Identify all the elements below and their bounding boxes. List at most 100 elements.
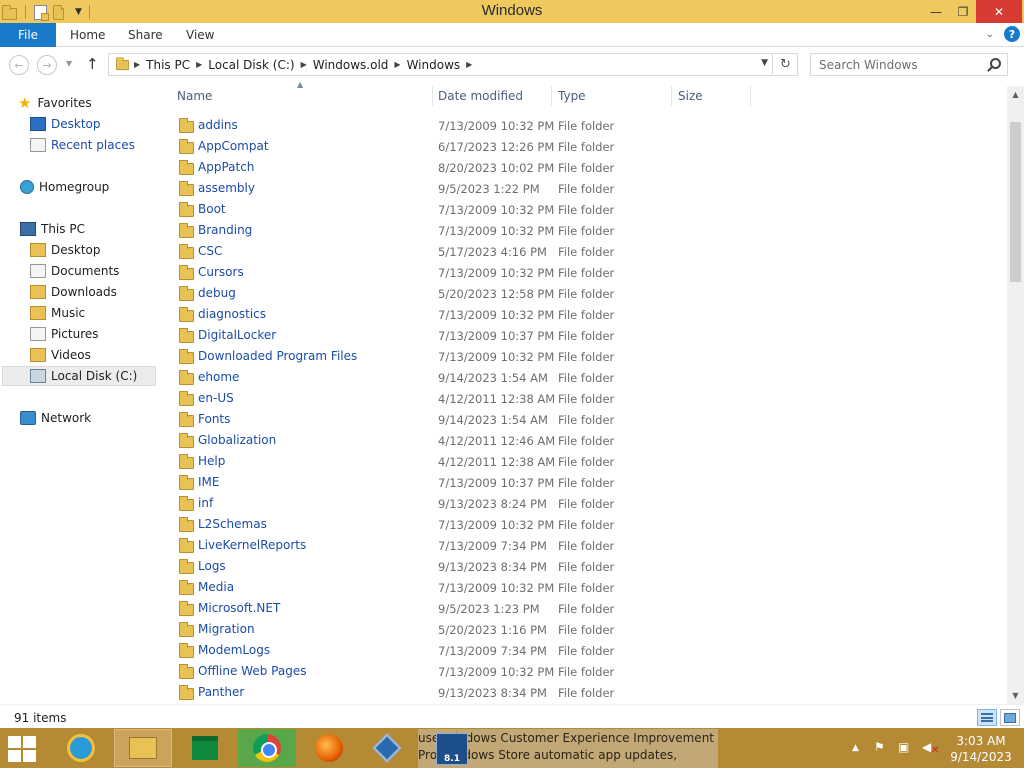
show-hidden-icons-icon[interactable]: ▲ [852, 743, 859, 753]
tab-view[interactable]: View [186, 23, 214, 47]
file-row[interactable]: inf 9/13/2023 8:24 PM File folder [170, 493, 1000, 514]
breadcrumb-windows-old[interactable]: Windows.old [313, 58, 389, 72]
file-row[interactable]: AppPatch 8/20/2023 10:02 PM File folder [170, 157, 1000, 178]
file-row[interactable]: assembly 9/5/2023 1:22 PM File folder [170, 178, 1000, 199]
taskbar-firefox[interactable] [300, 729, 358, 767]
nav-fav-desktop[interactable]: Desktop [30, 114, 101, 134]
nav-recent-places[interactable]: Recent places [30, 135, 135, 155]
file-row[interactable]: debug 5/20/2023 12:58 PM File folder [170, 283, 1000, 304]
file-row[interactable]: ModemLogs 7/13/2009 7:34 PM File folder [170, 640, 1000, 661]
scroll-up-icon[interactable]: ▲ [1007, 86, 1024, 103]
tab-home[interactable]: Home [70, 23, 105, 47]
column-divider[interactable] [750, 86, 751, 106]
scrollbar-thumb[interactable] [1010, 122, 1021, 282]
taskbar-clock[interactable]: 3:03 AM 9/14/2023 [948, 733, 1014, 765]
breadcrumb-this-pc[interactable]: This PC [146, 58, 190, 72]
forward-arrow-icon[interactable]: → [37, 55, 57, 75]
search-icon[interactable] [990, 58, 1001, 69]
up-arrow-icon[interactable]: ↑ [86, 55, 99, 73]
column-divider[interactable] [551, 86, 552, 106]
refresh-icon[interactable]: ↻ [774, 53, 798, 76]
vertical-scrollbar[interactable]: ▲ ▼ [1007, 86, 1024, 704]
column-divider[interactable] [432, 86, 433, 106]
expand-ribbon-icon[interactable]: ⌄ [986, 29, 994, 40]
action-center-flag-icon[interactable]: ⚑ [874, 740, 885, 754]
file-row[interactable]: IME 7/13/2009 10:37 PM File folder [170, 472, 1000, 493]
file-row[interactable]: Globalization 4/12/2011 12:46 AM File fold… [170, 430, 1000, 451]
tab-file[interactable]: File [0, 23, 56, 47]
nav-music[interactable]: Music [30, 303, 85, 323]
back-arrow-icon[interactable]: ← [9, 55, 29, 75]
breadcrumb-windows[interactable]: Windows [407, 58, 461, 72]
taskbar-chrome[interactable] [238, 729, 296, 767]
details-view-button[interactable] [977, 709, 997, 726]
chevron-right-icon[interactable]: ▶ [134, 60, 140, 69]
close-button[interactable]: ✕ [976, 0, 1022, 23]
file-row[interactable]: Cursors 7/13/2009 10:32 PM File folder [170, 262, 1000, 283]
maximize-button[interactable]: ❐ [950, 0, 976, 23]
file-row[interactable]: Microsoft.NET 9/5/2023 1:23 PM File folder [170, 598, 1000, 619]
file-row[interactable]: AppCompat 6/17/2023 12:26 PM File folder [170, 136, 1000, 157]
file-row[interactable]: Media 7/13/2009 10:32 PM File folder [170, 577, 1000, 598]
file-row[interactable]: addins 7/13/2009 10:32 PM File folder [170, 115, 1000, 136]
chevron-right-icon[interactable]: ▶ [466, 60, 472, 69]
start-button[interactable] [8, 736, 38, 762]
file-row[interactable]: L2Schemas 7/13/2009 10:32 PM File folder [170, 514, 1000, 535]
nav-pictures[interactable]: Pictures [30, 324, 99, 344]
taskbar-file-explorer[interactable] [114, 729, 172, 767]
file-type: File folder [558, 203, 615, 217]
taskbar-notification-window[interactable]: use Windows Customer Experience Improvem… [418, 729, 718, 768]
nav-this-pc[interactable]: This PC [20, 219, 85, 239]
chevron-right-icon[interactable]: ▶ [196, 60, 202, 69]
file-row[interactable]: Branding 7/13/2009 10:32 PM File folder [170, 220, 1000, 241]
nav-local-disk[interactable]: Local Disk (C:) [2, 366, 156, 386]
nav-downloads[interactable]: Downloads [30, 282, 117, 302]
column-header-name[interactable]: Name [177, 85, 432, 107]
nav-network[interactable]: Network [20, 408, 91, 428]
file-row[interactable]: diagnostics 7/13/2009 10:32 PM File folder [170, 304, 1000, 325]
volume-icon[interactable]: ◀ [922, 740, 931, 754]
file-date-modified: 7/13/2009 7:34 PM [438, 644, 547, 658]
column-header-type[interactable]: Type [558, 85, 670, 107]
nav-homegroup[interactable]: Homegroup [20, 177, 109, 197]
taskbar-store[interactable] [176, 729, 234, 767]
chevron-right-icon[interactable]: ▶ [301, 60, 307, 69]
tab-share[interactable]: Share [128, 23, 163, 47]
file-row[interactable]: Boot 7/13/2009 10:32 PM File folder [170, 199, 1000, 220]
column-header-size[interactable]: Size [678, 85, 750, 107]
large-icons-view-button[interactable] [1000, 709, 1020, 726]
file-row[interactable]: Help 4/12/2011 12:38 AM File folder [170, 451, 1000, 472]
taskbar-internet-explorer[interactable] [52, 729, 110, 767]
file-row[interactable]: Panther 9/13/2023 8:34 PM File folder [170, 682, 1000, 703]
file-row[interactable]: LiveKernelReports 7/13/2009 7:34 PM File f… [170, 535, 1000, 556]
file-row[interactable]: Logs 9/13/2023 8:34 PM File folder [170, 556, 1000, 577]
chevron-down-icon[interactable]: ▼ [761, 58, 768, 68]
file-name: Downloaded Program Files [198, 349, 358, 363]
minimize-button[interactable]: — [922, 0, 950, 23]
folder-icon [179, 223, 194, 238]
file-row[interactable]: ehome 9/14/2023 1:54 AM File folder [170, 367, 1000, 388]
file-row[interactable]: DigitalLocker 7/13/2009 10:37 PM File fold… [170, 325, 1000, 346]
nav-pc-desktop[interactable]: Desktop [30, 240, 101, 260]
scroll-down-icon[interactable]: ▼ [1007, 687, 1024, 704]
search-input[interactable] [811, 57, 981, 72]
file-row[interactable]: en-US 4/12/2011 12:38 AM File folder [170, 388, 1000, 409]
column-header-date[interactable]: Date modified [438, 85, 550, 107]
nav-videos[interactable]: Videos [30, 345, 91, 365]
network-status-icon[interactable]: ▣ [898, 740, 909, 754]
nav-favorites[interactable]: ★ Favorites [18, 93, 92, 113]
recent-locations-icon[interactable]: ▼ [66, 59, 72, 68]
file-row[interactable]: Migration 5/20/2023 1:16 PM File folder [170, 619, 1000, 640]
taskbar-virtualbox[interactable] [358, 729, 416, 767]
file-row[interactable]: Downloaded Program Files 7/13/2009 10:32 … [170, 346, 1000, 367]
nav-documents[interactable]: Documents [30, 261, 119, 281]
chevron-right-icon[interactable]: ▶ [394, 60, 400, 69]
breadcrumb-local-disk[interactable]: Local Disk (C:) [208, 58, 294, 72]
file-row[interactable]: Fonts 9/14/2023 1:54 AM File folder [170, 409, 1000, 430]
column-divider[interactable] [671, 86, 672, 106]
file-row[interactable]: CSC 5/17/2023 4:16 PM File folder [170, 241, 1000, 262]
help-icon[interactable]: ? [1004, 26, 1020, 42]
file-row[interactable]: Offline Web Pages 7/13/2009 10:32 PM File … [170, 661, 1000, 682]
search-box[interactable] [810, 53, 1008, 76]
address-bar[interactable]: ▶ This PC ▶ Local Disk (C:) ▶ Windows.ol… [108, 53, 773, 76]
